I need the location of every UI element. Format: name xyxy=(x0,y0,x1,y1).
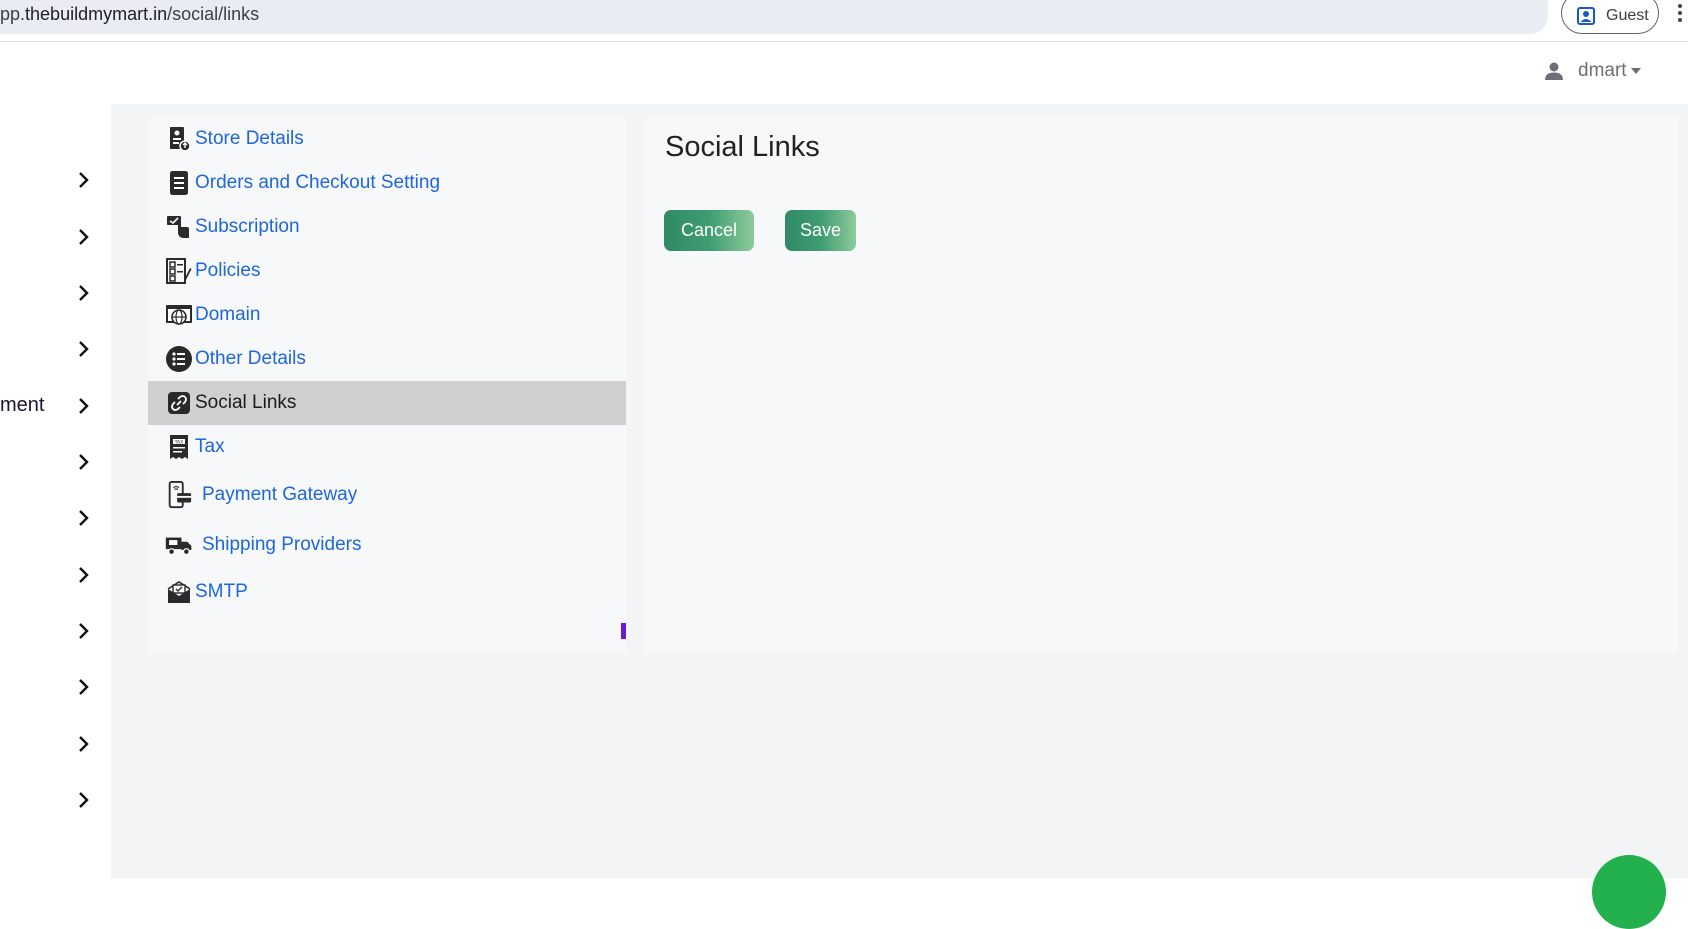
sidebar-item[interactable] xyxy=(0,498,111,538)
sidebar-item[interactable] xyxy=(0,217,111,257)
chat-widget-button[interactable] xyxy=(1592,855,1666,929)
menu-item-label: Other Details xyxy=(195,348,306,369)
menu-item-payment-gateway[interactable]: Payment Gateway xyxy=(148,469,626,521)
chevron-right-icon xyxy=(79,172,89,188)
menu-item-label: Shipping Providers xyxy=(202,534,362,555)
menu-item-label: Domain xyxy=(195,304,261,325)
orders-document-icon xyxy=(165,169,193,197)
sidebar-item[interactable] xyxy=(0,442,111,482)
address-bar[interactable]: pp.thebuildmymart.in/social/links xyxy=(0,0,1548,34)
chevron-right-icon xyxy=(79,285,89,301)
chevron-right-icon xyxy=(79,510,89,526)
sidebar-item[interactable] xyxy=(0,555,111,595)
menu-item-shipping-providers[interactable]: Shipping Providers xyxy=(148,520,626,570)
profile-button[interactable]: Guest xyxy=(1561,0,1659,34)
chevron-right-icon xyxy=(79,736,89,752)
link-icon xyxy=(165,389,193,417)
chevron-right-icon xyxy=(79,792,89,808)
url-prefix: pp. xyxy=(0,4,26,24)
subscription-hand-icon xyxy=(165,213,193,241)
chevron-right-icon xyxy=(79,398,89,414)
chevron-right-icon xyxy=(79,623,89,639)
mail-tray-icon xyxy=(165,578,193,606)
profile-label: Guest xyxy=(1606,7,1649,24)
sidebar-item[interactable] xyxy=(0,273,111,313)
page-title: Social Links xyxy=(665,131,820,163)
menu-item-subscription[interactable]: Subscription xyxy=(148,205,626,249)
menu-item-tax[interactable]: TAX Tax xyxy=(148,425,626,469)
list-circle-icon xyxy=(165,345,193,373)
menu-item-orders-and-checkout-setting[interactable]: Orders and Checkout Setting xyxy=(148,161,626,205)
save-button[interactable]: Save xyxy=(785,210,856,251)
user-icon xyxy=(1545,62,1563,80)
menu-item-label: Tax xyxy=(195,436,225,457)
left-sidebar: ment xyxy=(0,104,111,878)
menu-item-label: Subscription xyxy=(195,216,300,237)
app-header: dmart xyxy=(0,42,1688,104)
menu-item-domain[interactable]: Domain xyxy=(148,293,626,337)
cancel-button[interactable]: Cancel xyxy=(664,210,754,251)
menu-item-label: SMTP xyxy=(195,581,248,602)
url-host: thebuildmymart.in xyxy=(25,4,168,24)
url-text: pp.thebuildmymart.in/social/links xyxy=(0,4,259,25)
menu-item-label: Store Details xyxy=(195,128,304,149)
sidebar-item[interactable] xyxy=(0,724,111,764)
chevron-right-icon xyxy=(79,454,89,470)
browser-menu-icon[interactable] xyxy=(1676,2,1684,28)
menu-item-label: Orders and Checkout Setting xyxy=(195,172,441,193)
profile-icon xyxy=(1577,7,1595,25)
user-menu[interactable]: dmart xyxy=(1544,60,1641,82)
scroll-indicator[interactable] xyxy=(621,623,626,639)
chevron-right-icon xyxy=(79,229,89,245)
sidebar-item[interactable] xyxy=(0,780,111,820)
chevron-right-icon xyxy=(79,679,89,695)
content-card: Social Links Cancel Save xyxy=(645,117,1678,653)
user-name: dmart xyxy=(1578,60,1627,81)
menu-item-social-links[interactable]: Social Links xyxy=(148,381,626,425)
menu-item-policies[interactable]: Policies xyxy=(148,249,626,293)
delivery-truck-icon xyxy=(165,531,193,559)
menu-item-smtp[interactable]: SMTP xyxy=(148,569,626,615)
chevron-down-icon xyxy=(1630,68,1641,74)
policies-checklist-icon xyxy=(165,257,193,285)
sidebar-item[interactable] xyxy=(0,611,111,651)
settings-menu: Store Details Orders and Checkout Setting… xyxy=(148,117,626,653)
svg-text:TAX: TAX xyxy=(174,439,184,445)
menu-item-label: Payment Gateway xyxy=(202,484,358,505)
tax-receipt-icon: TAX xyxy=(165,433,193,461)
menu-item-label: Policies xyxy=(195,260,261,281)
menu-item-store-details[interactable]: Store Details xyxy=(148,117,626,161)
menu-item-other-details[interactable]: Other Details xyxy=(148,337,626,381)
store-details-icon xyxy=(165,125,193,153)
url-path: /social/links xyxy=(167,4,260,24)
chevron-right-icon xyxy=(79,341,89,357)
payment-phone-icon xyxy=(165,481,193,509)
chevron-right-icon xyxy=(79,567,89,583)
domain-globe-icon xyxy=(165,301,193,329)
sidebar-item[interactable]: ment xyxy=(0,386,111,426)
sidebar-item-label: ment xyxy=(0,394,45,416)
sidebar-item[interactable] xyxy=(0,160,111,200)
sidebar-item[interactable] xyxy=(0,329,111,369)
sidebar-item[interactable] xyxy=(0,667,111,707)
browser-toolbar: pp.thebuildmymart.in/social/links Guest xyxy=(0,0,1688,42)
menu-item-label: Social Links xyxy=(195,392,297,413)
